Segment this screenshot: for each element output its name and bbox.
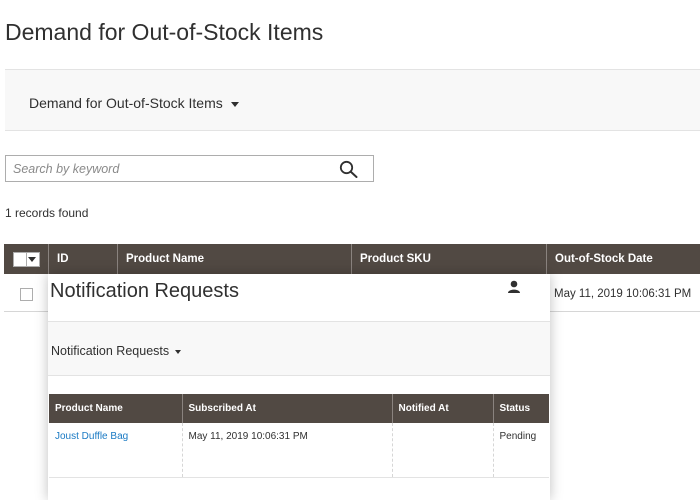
scope-switcher-label: Demand for Out-of-Stock Items — [29, 95, 223, 111]
column-header-product-name[interactable]: Product Name — [49, 394, 182, 423]
column-header-notified-at[interactable]: Notified At — [391, 394, 493, 423]
table-header-row: Product Name Subscribed At Notified At S… — [49, 394, 549, 423]
table-row: Joust Duffle Bag May 11, 2019 10:06:31 P… — [49, 423, 549, 478]
modal-scope-bar: Notification Requests — [48, 321, 550, 376]
status-cell: Pending — [492, 423, 549, 478]
modal-scope-label: Notification Requests — [51, 344, 170, 358]
search-button[interactable] — [339, 160, 359, 178]
caret-down-icon — [230, 101, 239, 107]
subscribed-at-cell: May 11, 2019 10:06:31 PM — [181, 423, 392, 478]
column-header-status[interactable]: Status — [492, 394, 549, 423]
search-icon — [339, 160, 358, 178]
grid-header: ID Product Name Product SKU Out-of-Stock… — [4, 244, 700, 274]
column-header-out-of-stock-date[interactable]: Out-of-Stock Date — [546, 244, 700, 274]
user-icon — [508, 280, 520, 293]
row-checkbox[interactable] — [20, 288, 33, 301]
column-header-id[interactable]: ID — [48, 244, 117, 274]
notification-requests-table: Product Name Subscribed At Notified At S… — [49, 394, 549, 478]
caret-down-icon — [175, 349, 182, 354]
product-name-cell: Joust Duffle Bag — [49, 423, 182, 478]
column-header-subscribed-at[interactable]: Subscribed At — [181, 394, 392, 423]
column-header-product-sku[interactable]: Product SKU — [351, 244, 546, 274]
records-count: 1 records found — [5, 206, 89, 220]
mass-select-checkbox[interactable] — [14, 253, 27, 266]
out-of-stock-date-cell: May 11, 2019 10:06:31 PM — [554, 288, 692, 300]
scope-switcher[interactable]: Demand for Out-of-Stock Items — [29, 95, 239, 111]
notification-requests-modal: Notification Requests Notification Reque… — [48, 274, 550, 500]
column-header-product-name[interactable]: Product Name — [117, 244, 351, 274]
modal-title: Notification Requests — [50, 280, 239, 302]
search-input[interactable] — [6, 156, 326, 181]
product-link[interactable]: Joust Duffle Bag — [55, 431, 128, 442]
user-account[interactable] — [507, 280, 521, 294]
modal-scope-switcher[interactable]: Notification Requests — [51, 344, 182, 358]
mass-select-dropdown[interactable] — [13, 252, 40, 267]
page-title: Demand for Out-of-Stock Items — [5, 19, 324, 45]
scope-switcher-bar: Demand for Out-of-Stock Items — [5, 69, 700, 131]
notified-at-cell — [391, 423, 493, 478]
search-box — [5, 155, 374, 182]
chevron-down-icon — [28, 257, 36, 262]
